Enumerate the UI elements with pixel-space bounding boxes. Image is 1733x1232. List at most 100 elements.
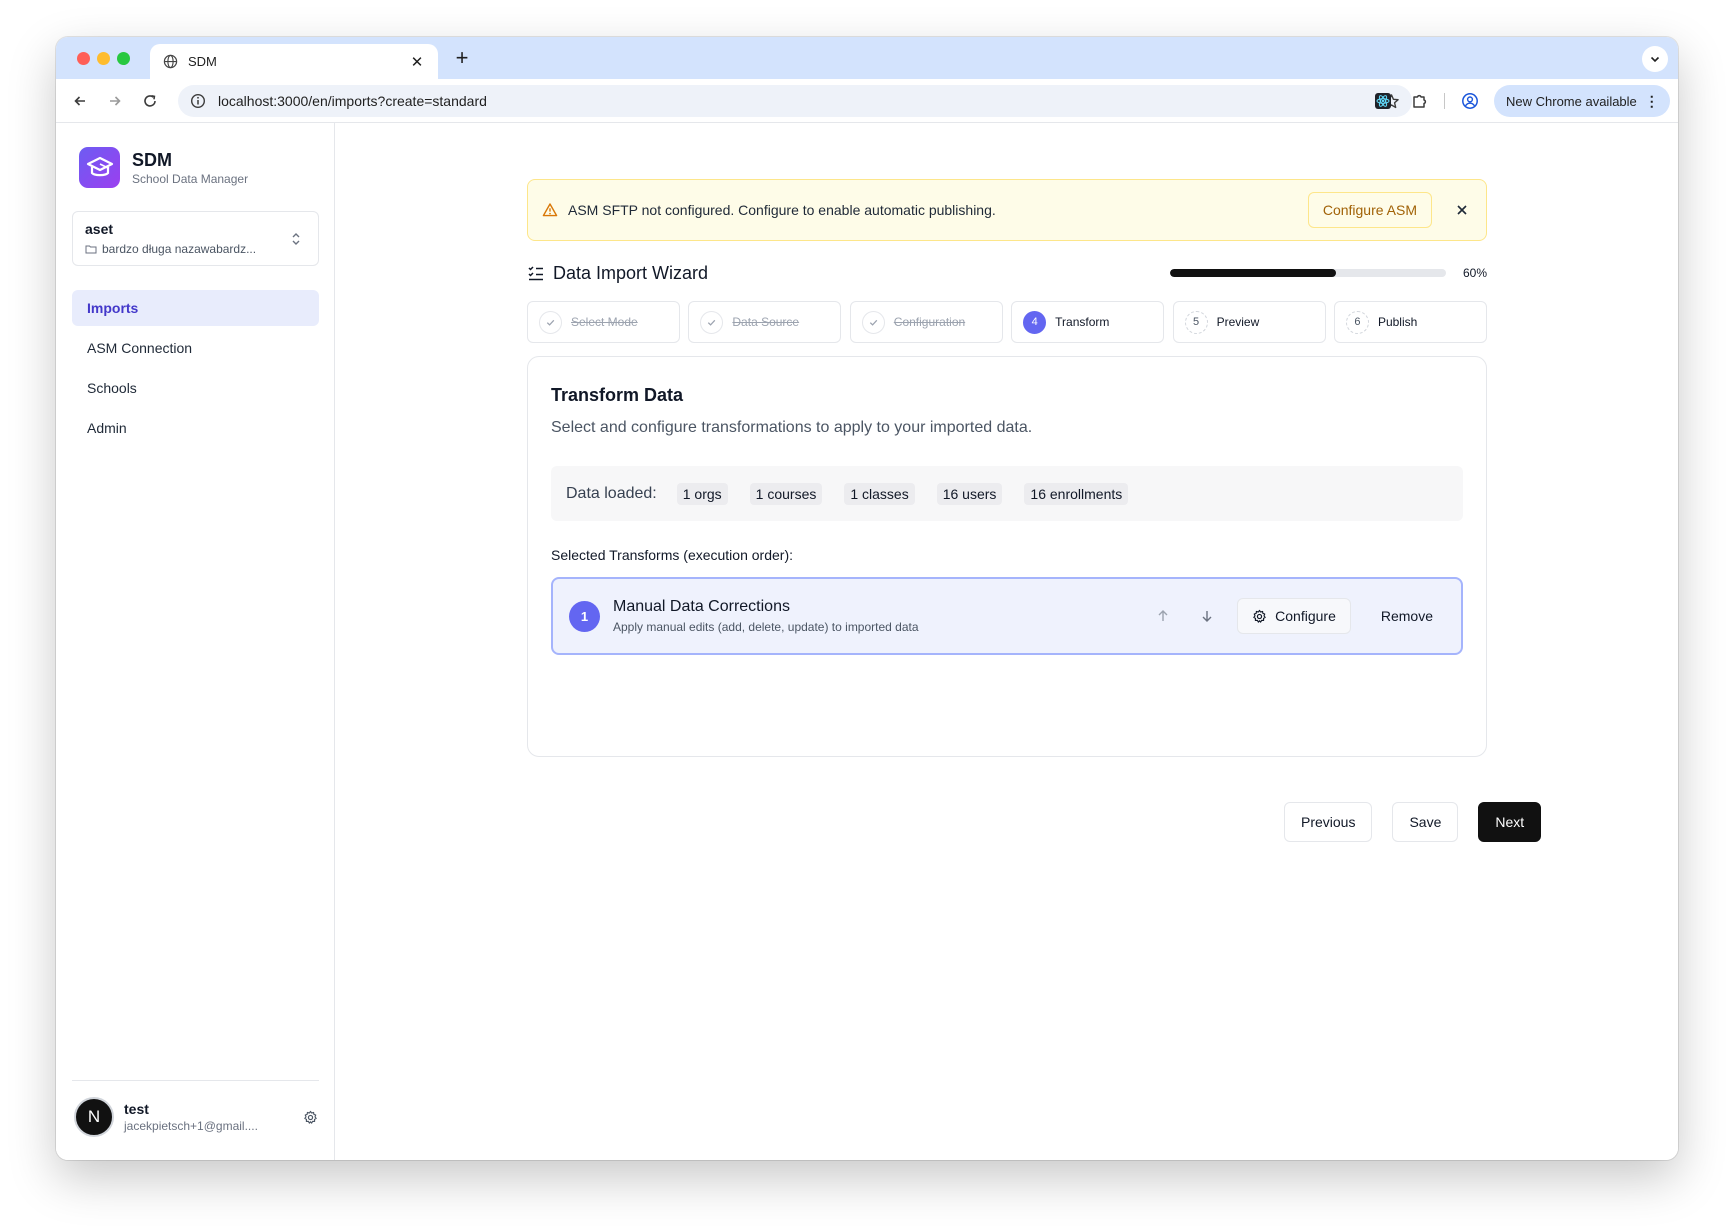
browser-toolbar: localhost:3000/en/imports?create=standar…	[56, 79, 1678, 123]
step-label: Configuration	[893, 315, 966, 329]
step-badge	[539, 310, 562, 334]
check-icon	[708, 319, 716, 326]
gear-icon	[1252, 609, 1267, 624]
forward-button[interactable]	[105, 91, 125, 111]
org-picker[interactable]: aset bardzo długa nazawabardz...	[72, 211, 319, 266]
brand-subtitle: School Data Manager	[132, 171, 249, 186]
step-label: Publish	[1377, 315, 1418, 329]
configure-transform-button[interactable]: Configure	[1237, 598, 1351, 634]
step-select-mode[interactable]: Select Mode	[527, 301, 680, 343]
user-divider	[72, 1080, 319, 1081]
maximize-window-button[interactable]	[117, 52, 130, 65]
warning-banner: ASM SFTP not configured. Configure to en…	[527, 179, 1487, 241]
app: SDM School Data Manager aset bardzo dług…	[56, 123, 1678, 1160]
step-publish[interactable]: 6 Publish	[1333, 301, 1487, 343]
remove-transform-button[interactable]: Remove	[1369, 598, 1445, 634]
browser-tab[interactable]: SDM ✕	[150, 44, 438, 79]
user-menu[interactable]: N test jacekpietsch+1@gmail....	[74, 1097, 319, 1137]
count-badge-orgs: 1 orgs	[676, 482, 728, 505]
sidebar-item-asm-connection[interactable]: ASM Connection	[72, 330, 319, 366]
move-up-icon[interactable]	[1153, 606, 1173, 626]
progress-label: 60%	[1462, 266, 1487, 280]
org-name: aset	[85, 221, 114, 237]
step-badge	[700, 310, 724, 334]
address-bar[interactable]: localhost:3000/en/imports?create=standar…	[178, 85, 1412, 117]
next-button[interactable]: Next	[1478, 802, 1542, 842]
count-badge-classes: 1 classes	[844, 482, 915, 505]
sidebar: SDM School Data Manager aset bardzo dług…	[56, 123, 335, 1160]
sidebar-nav: Imports ASM Connection Schools Admin	[72, 290, 319, 450]
card-description: Select and configure transformations to …	[551, 419, 1033, 436]
chevron-down-icon	[1650, 56, 1660, 63]
profile-icon[interactable]	[1460, 91, 1480, 111]
close-icon[interactable]	[1452, 200, 1472, 220]
step-badge	[861, 310, 885, 334]
step-badge: 4	[1023, 310, 1047, 334]
step-label: Preview	[1216, 315, 1260, 329]
extensions-icon[interactable]	[1410, 91, 1430, 111]
close-window-button[interactable]	[77, 52, 90, 65]
step-preview[interactable]: 5 Preview	[1172, 301, 1326, 343]
count-badge-courses: 1 courses	[749, 482, 823, 505]
reload-icon	[144, 95, 156, 107]
transform-item: 1 Manual Data Corrections Apply manual e…	[551, 577, 1463, 655]
step-transform[interactable]: 4 Transform	[1011, 301, 1165, 343]
step-badge: 5	[1184, 310, 1208, 334]
wizard-title: Data Import Wizard	[553, 262, 709, 283]
warning-triangle-icon	[542, 202, 558, 218]
step-configuration[interactable]: Configuration	[849, 301, 1003, 343]
minimize-window-button[interactable]	[97, 52, 110, 65]
transform-description: Apply manual edits (add, delete, update)…	[613, 620, 919, 634]
move-down-icon[interactable]	[1197, 606, 1217, 626]
data-loaded-summary: Data loaded: 1 orgs 1 courses 1 classes …	[551, 466, 1463, 521]
globe-icon	[162, 54, 178, 70]
gear-icon[interactable]	[301, 1108, 319, 1126]
configure-label: Configure	[1275, 608, 1336, 624]
transform-name: Manual Data Corrections	[613, 598, 790, 615]
graduation-cap-icon	[79, 147, 120, 188]
wizard-steps: Select Mode Data Source Configuration 4T…	[527, 301, 1487, 343]
site-info-icon[interactable]	[190, 93, 206, 109]
arrow-left-icon	[74, 96, 85, 106]
step-label: Transform	[1055, 315, 1110, 329]
org-subtitle: bardzo długa nazawabardz...	[102, 242, 257, 256]
reload-button[interactable]	[140, 91, 160, 111]
save-button[interactable]: Save	[1392, 802, 1459, 842]
step-label: Data Source	[732, 315, 800, 329]
sidebar-item-schools[interactable]: Schools	[72, 370, 319, 406]
brand: SDM School Data Manager	[79, 147, 248, 188]
configure-asm-button[interactable]: Configure ASM	[1307, 192, 1432, 228]
folder-icon	[85, 243, 97, 255]
count-badge-users: 16 users	[936, 482, 1003, 505]
react-devtools-icon[interactable]	[1373, 91, 1393, 111]
check-icon	[546, 319, 555, 326]
user-name: test	[124, 1101, 149, 1117]
tab-search-button[interactable]	[1642, 46, 1668, 72]
back-button[interactable]	[70, 91, 90, 111]
transform-card: Transform Data Select and configure tran…	[527, 356, 1487, 757]
new-tab-button[interactable]: +	[450, 46, 474, 70]
progress-bar	[1169, 269, 1446, 277]
tab-strip: SDM ✕ +	[56, 37, 1678, 79]
transform-order-badge: 1	[569, 600, 600, 632]
check-icon	[869, 319, 878, 326]
wizard-header: Data Import Wizard 60%	[527, 258, 1487, 288]
progress-fill	[1169, 269, 1336, 277]
wizard-actions: Previous Save Next	[1284, 802, 1542, 842]
step-badge: 6	[1345, 310, 1369, 334]
step-data-source[interactable]: Data Source	[688, 301, 842, 343]
arrow-right-icon	[110, 96, 121, 106]
chevrons-up-down-icon	[290, 231, 302, 252]
main-content: ASM SFTP not configured. Configure to en…	[336, 123, 1678, 1160]
data-loaded-label: Data loaded:	[566, 484, 657, 502]
card-title: Transform Data	[551, 385, 684, 405]
tab-title: SDM	[188, 54, 217, 69]
brand-name: SDM	[132, 149, 172, 170]
previous-button[interactable]: Previous	[1284, 802, 1373, 842]
sidebar-item-imports[interactable]: Imports	[72, 290, 319, 326]
kebab-menu-icon[interactable]: ⋮	[1645, 93, 1659, 110]
chrome-update-button[interactable]: New Chrome available ⋮	[1494, 85, 1670, 117]
banner-text: ASM SFTP not configured. Configure to en…	[568, 202, 996, 218]
tab-close-icon[interactable]: ✕	[408, 53, 426, 71]
sidebar-item-admin[interactable]: Admin	[72, 410, 319, 446]
